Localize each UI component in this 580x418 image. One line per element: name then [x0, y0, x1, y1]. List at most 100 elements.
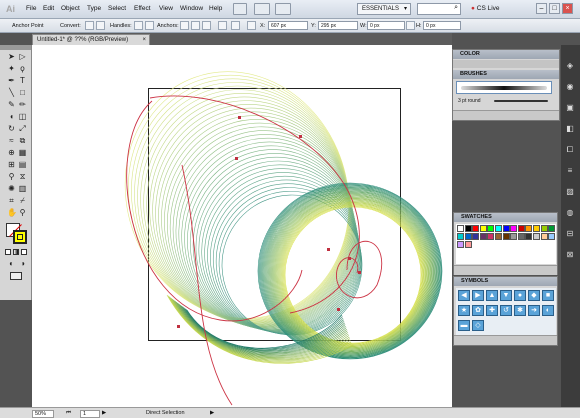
line-tool-icon[interactable]: ╲ — [7, 88, 16, 97]
next-page-icon[interactable]: ▶ — [102, 410, 112, 418]
graph-tool-icon[interactable]: ▥ — [18, 184, 27, 193]
symbol-icon[interactable]: ▲ — [486, 290, 498, 301]
maximize-button[interactable]: □ — [549, 3, 560, 14]
swatch[interactable] — [517, 225, 525, 232]
lasso-tool-icon[interactable]: ϙ — [18, 64, 27, 73]
artboard-tool-icon[interactable]: ⌗ — [7, 196, 16, 205]
swatch[interactable] — [457, 233, 464, 240]
swatch[interactable] — [464, 241, 472, 248]
swatch[interactable] — [464, 225, 472, 232]
pencil-tool-icon[interactable]: ✏ — [18, 100, 27, 109]
swatch[interactable] — [533, 233, 540, 240]
gradient-panel-icon[interactable]: ▨ — [564, 186, 576, 198]
hide-handles-button[interactable] — [145, 21, 154, 30]
arrange-grid-icon[interactable] — [275, 3, 291, 15]
zoom-field[interactable]: 50% — [32, 410, 54, 418]
swatches-panel-header[interactable]: SWATCHES — [454, 213, 557, 222]
menu-object[interactable]: Object — [61, 5, 80, 12]
pen-tool-icon[interactable]: ✒ — [7, 76, 16, 85]
bridge-icon[interactable] — [233, 3, 247, 15]
status-menu-icon[interactable]: ▶ — [210, 410, 220, 418]
draw-behind-icon[interactable]: ◑ — [18, 259, 27, 268]
symbol-icon[interactable]: ✿ — [472, 305, 484, 316]
symbol-icon[interactable]: ■ — [542, 290, 554, 301]
swirl-blend-shape[interactable] — [91, 45, 443, 364]
symbol-icon[interactable]: ● — [514, 290, 526, 301]
menu-edit[interactable]: Edit — [43, 5, 54, 12]
shape-builder-tool-icon[interactable]: ⊕ — [7, 148, 16, 157]
perspective-grid-tool-icon[interactable]: ▦ — [18, 148, 27, 157]
mesh-tool-icon[interactable]: ⊞ — [7, 160, 16, 169]
symbol-icon[interactable]: ✱ — [514, 305, 526, 316]
symbol-icon[interactable]: ★ — [458, 305, 470, 316]
brushes-panel-header[interactable]: BRUSHES — [453, 70, 559, 79]
document-tab[interactable]: Untitled-1* @ ??% (RGB/Preview) × — [32, 34, 150, 45]
selection-tool-icon[interactable]: ➤ — [7, 52, 16, 61]
symbol-icon[interactable]: ▬ — [458, 320, 470, 331]
menu-select[interactable]: Select — [108, 5, 126, 12]
align-panel-icon[interactable]: ⊟ — [564, 228, 576, 240]
symbol-icon[interactable]: ▶ — [472, 290, 484, 301]
isolate-button[interactable] — [218, 21, 227, 30]
swatch[interactable] — [464, 233, 472, 240]
y-field[interactable]: 295 px — [318, 21, 358, 30]
reference-point-icon[interactable] — [247, 21, 256, 30]
blob-brush-tool-icon[interactable]: ◖ — [7, 112, 16, 121]
free-transform-tool-icon[interactable]: ⧉ — [18, 136, 27, 145]
width-tool-icon[interactable]: ≈ — [7, 136, 16, 145]
remove-anchor-button[interactable] — [180, 21, 189, 30]
symbols-panel-header[interactable]: SYMBOLS — [454, 277, 557, 286]
zoom-tool-icon[interactable]: ⚲ — [18, 208, 27, 217]
menu-view[interactable]: View — [159, 5, 173, 12]
convert-smooth-button[interactable] — [96, 21, 105, 30]
h-field[interactable]: 0 px — [423, 21, 461, 30]
brush-preview[interactable] — [456, 81, 552, 94]
layers-icon[interactable]: ◧ — [564, 123, 576, 135]
none-mode-icon[interactable] — [21, 249, 27, 255]
symbol-grid[interactable]: ◀ ▶ ▲ ▼ ● ◆ ■ ★ ✿ ✚ ↺ ✱ ➜ ◐ ▬ ◇ — [456, 288, 556, 336]
arrange-documents-icon[interactable] — [254, 3, 270, 15]
brush-row[interactable]: 3 pt round — [456, 96, 552, 106]
hand-tool-icon[interactable]: ✋ — [7, 208, 17, 217]
symbol-icon[interactable]: ◀ — [458, 290, 470, 301]
eraser-tool-icon[interactable]: ◫ — [18, 112, 27, 121]
menu-window[interactable]: Window — [180, 5, 203, 12]
symbol-icon[interactable]: ↺ — [500, 305, 512, 316]
search-input[interactable]: ⌕ — [417, 3, 461, 15]
scale-tool-icon[interactable]: ⤢ — [18, 124, 27, 133]
menu-effect[interactable]: Effect — [134, 5, 151, 12]
symbol-icon[interactable]: ▼ — [500, 290, 512, 301]
swatch[interactable] — [517, 233, 525, 240]
symbol-icon[interactable]: ◇ — [472, 320, 484, 331]
slice-tool-icon[interactable]: ⌿ — [18, 196, 27, 205]
swatch[interactable] — [548, 225, 556, 232]
swatch-grid[interactable] — [456, 224, 556, 264]
swatch[interactable] — [510, 225, 518, 232]
type-tool-icon[interactable]: T — [18, 76, 27, 85]
swatch[interactable] — [495, 233, 502, 240]
menu-type[interactable]: Type — [87, 5, 101, 12]
screen-mode-icon[interactable] — [10, 272, 22, 280]
swatch[interactable] — [472, 225, 480, 232]
swatch[interactable] — [502, 233, 510, 240]
workspace-switcher[interactable]: ESSENTIALS ▾ — [357, 3, 411, 15]
swatch[interactable] — [510, 233, 518, 240]
graphic-styles-icon[interactable]: ▣ — [564, 102, 576, 114]
rotate-tool-icon[interactable]: ↻ — [7, 124, 16, 133]
color-mode-icon[interactable] — [5, 249, 11, 255]
close-tab-icon[interactable]: × — [142, 35, 146, 45]
gradient-mode-icon[interactable] — [13, 249, 19, 255]
swatch[interactable] — [472, 233, 480, 240]
magic-wand-tool-icon[interactable]: ✦ — [7, 64, 16, 73]
appearance-icon[interactable]: ◉ — [564, 81, 576, 93]
color-panel-header[interactable]: COLOR — [453, 50, 559, 59]
constrain-link-icon[interactable] — [406, 21, 415, 30]
swatch[interactable] — [487, 225, 495, 232]
menu-help[interactable]: Help — [209, 5, 222, 12]
swatch[interactable] — [457, 225, 464, 232]
draw-normal-icon[interactable]: ◐ — [7, 259, 16, 268]
artboards-icon[interactable]: ⧠ — [564, 144, 576, 156]
swatch[interactable] — [533, 225, 540, 232]
symbol-icon[interactable]: ◆ — [528, 290, 540, 301]
swatch[interactable] — [502, 225, 510, 232]
